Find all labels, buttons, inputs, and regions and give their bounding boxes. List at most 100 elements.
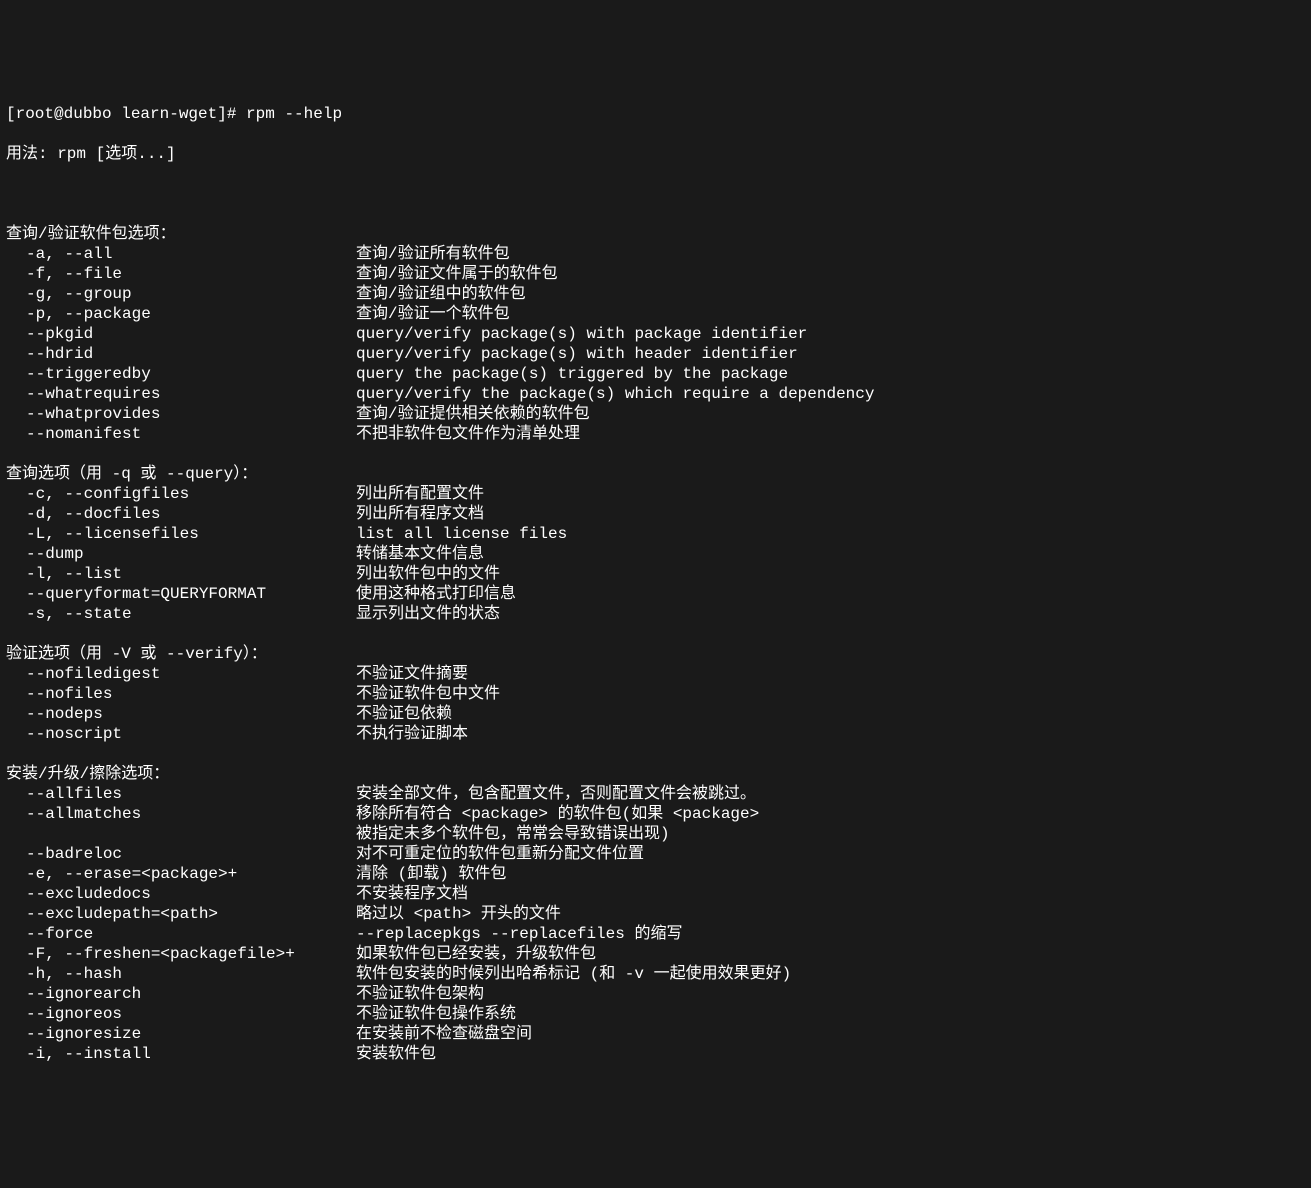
option-description: 不验证包依赖 [356, 704, 1305, 724]
option-description: 查询/验证提供相关依赖的软件包 [356, 404, 1305, 424]
option-flag: --triggeredby [6, 364, 356, 384]
option-description: 移除所有符合 <package> 的软件包(如果 <package> [356, 804, 1305, 824]
option-flag: --allfiles [6, 784, 356, 804]
option-description: 不验证软件包架构 [356, 984, 1305, 1004]
option-row: -g, --group查询/验证组中的软件包 [6, 284, 1305, 304]
option-description: query/verify package(s) with package ide… [356, 324, 1305, 344]
command-prompt: [root@dubbo learn-wget]# rpm --help [6, 104, 1305, 124]
option-flag: -c, --configfiles [6, 484, 356, 504]
option-row: --nomanifest不把非软件包文件作为清单处理 [6, 424, 1305, 444]
option-flag: -L, --licensefiles [6, 524, 356, 544]
option-description: 转储基本文件信息 [356, 544, 1305, 564]
option-flag: -h, --hash [6, 964, 356, 984]
option-flag: --excludedocs [6, 884, 356, 904]
option-row: -F, --freshen=<packagefile>+如果软件包已经安装，升级… [6, 944, 1305, 964]
option-flag: --force [6, 924, 356, 944]
option-row: --ignoresize在安装前不检查磁盘空间 [6, 1024, 1305, 1044]
section-header: 查询/验证软件包选项： [6, 224, 1305, 244]
option-description: --replacepkgs --replacefiles 的缩写 [356, 924, 1305, 944]
option-flag: --whatrequires [6, 384, 356, 404]
option-description: 不把非软件包文件作为清单处理 [356, 424, 1305, 444]
option-flag: --dump [6, 544, 356, 564]
option-row: --noscript不执行验证脚本 [6, 724, 1305, 744]
option-description: 查询/验证一个软件包 [356, 304, 1305, 324]
option-flag: --ignorearch [6, 984, 356, 1004]
option-row: --dump转储基本文件信息 [6, 544, 1305, 564]
option-description: query/verify package(s) with header iden… [356, 344, 1305, 364]
option-description: 软件包安装的时候列出哈希标记 (和 -v 一起使用效果更好) [356, 964, 1305, 984]
option-row: --ignoreos不验证软件包操作系统 [6, 1004, 1305, 1024]
option-description: 查询/验证所有软件包 [356, 244, 1305, 264]
option-flag: -a, --all [6, 244, 356, 264]
option-flag: --badreloc [6, 844, 356, 864]
option-row: -h, --hash软件包安装的时候列出哈希标记 (和 -v 一起使用效果更好) [6, 964, 1305, 984]
help-sections: 查询/验证软件包选项：-a, --all查询/验证所有软件包-f, --file… [6, 224, 1305, 1064]
option-row: -L, --licensefileslist all license files [6, 524, 1305, 544]
option-row: -c, --configfiles列出所有配置文件 [6, 484, 1305, 504]
option-flag: -F, --freshen=<packagefile>+ [6, 944, 356, 964]
option-flag: --noscript [6, 724, 356, 744]
option-row: -p, --package查询/验证一个软件包 [6, 304, 1305, 324]
option-description: 清除 (卸载) 软件包 [356, 864, 1305, 884]
blank-line [6, 624, 1305, 644]
option-flag: --nodeps [6, 704, 356, 724]
option-flag: --nofiledigest [6, 664, 356, 684]
option-description: 列出所有配置文件 [356, 484, 1305, 504]
option-flag: --excludepath=<path> [6, 904, 356, 924]
option-description: 不验证软件包操作系统 [356, 1004, 1305, 1024]
blank-line [6, 444, 1305, 464]
option-row: --excludepath=<path>略过以 <path> 开头的文件 [6, 904, 1305, 924]
option-row: --allfiles安装全部文件，包含配置文件，否则配置文件会被跳过。 [6, 784, 1305, 804]
option-flag: --nomanifest [6, 424, 356, 444]
option-row: --nofiledigest不验证文件摘要 [6, 664, 1305, 684]
option-description: 略过以 <path> 开头的文件 [356, 904, 1305, 924]
option-row: -s, --state显示列出文件的状态 [6, 604, 1305, 624]
option-description: 列出软件包中的文件 [356, 564, 1305, 584]
option-description: 不执行验证脚本 [356, 724, 1305, 744]
section-header: 查询选项（用 -q 或 --query）： [6, 464, 1305, 484]
option-flag: --hdrid [6, 344, 356, 364]
option-row: --whatprovides查询/验证提供相关依赖的软件包 [6, 404, 1305, 424]
option-flag: --allmatches [6, 804, 356, 824]
section-header: 验证选项（用 -V 或 --verify）： [6, 644, 1305, 664]
option-row: -e, --erase=<package>+清除 (卸载) 软件包 [6, 864, 1305, 884]
option-flag: --whatprovides [6, 404, 356, 424]
option-flag: --queryformat=QUERYFORMAT [6, 584, 356, 604]
option-row: --nofiles不验证软件包中文件 [6, 684, 1305, 704]
blank-line [6, 184, 1305, 204]
option-flag: -e, --erase=<package>+ [6, 864, 356, 884]
section-header: 安装/升级/擦除选项： [6, 764, 1305, 784]
option-row: --nodeps不验证包依赖 [6, 704, 1305, 724]
option-row: --allmatches移除所有符合 <package> 的软件包(如果 <pa… [6, 804, 1305, 824]
option-flag: -d, --docfiles [6, 504, 356, 524]
option-flag: -i, --install [6, 1044, 356, 1064]
option-description: 不验证软件包中文件 [356, 684, 1305, 704]
option-description: 不安装程序文档 [356, 884, 1305, 904]
option-flag: -l, --list [6, 564, 356, 584]
option-row: -a, --all查询/验证所有软件包 [6, 244, 1305, 264]
option-description: 如果软件包已经安装，升级软件包 [356, 944, 1305, 964]
option-flag: --ignoreos [6, 1004, 356, 1024]
option-flag: -f, --file [6, 264, 356, 284]
option-row: --hdridquery/verify package(s) with head… [6, 344, 1305, 364]
option-description: 在安装前不检查磁盘空间 [356, 1024, 1305, 1044]
option-description: query the package(s) triggered by the pa… [356, 364, 1305, 384]
option-row: --queryformat=QUERYFORMAT使用这种格式打印信息 [6, 584, 1305, 604]
option-description: 查询/验证文件属于的软件包 [356, 264, 1305, 284]
option-row: -l, --list列出软件包中的文件 [6, 564, 1305, 584]
option-flag: --ignoresize [6, 1024, 356, 1044]
option-row: --whatrequiresquery/verify the package(s… [6, 384, 1305, 404]
option-flag: --nofiles [6, 684, 356, 704]
option-row: --triggeredbyquery the package(s) trigge… [6, 364, 1305, 384]
option-row: --ignorearch不验证软件包架构 [6, 984, 1305, 1004]
option-row: -i, --install安装软件包 [6, 1044, 1305, 1064]
option-flag: -g, --group [6, 284, 356, 304]
option-description: 列出所有程序文档 [356, 504, 1305, 524]
option-description: 不验证文件摘要 [356, 664, 1305, 684]
option-description: 查询/验证组中的软件包 [356, 284, 1305, 304]
option-description: list all license files [356, 524, 1305, 544]
option-row: -d, --docfiles列出所有程序文档 [6, 504, 1305, 524]
blank-line [6, 744, 1305, 764]
option-description-continuation: 被指定未多个软件包，常常会导致错误出现) [6, 824, 1305, 844]
option-description: 显示列出文件的状态 [356, 604, 1305, 624]
